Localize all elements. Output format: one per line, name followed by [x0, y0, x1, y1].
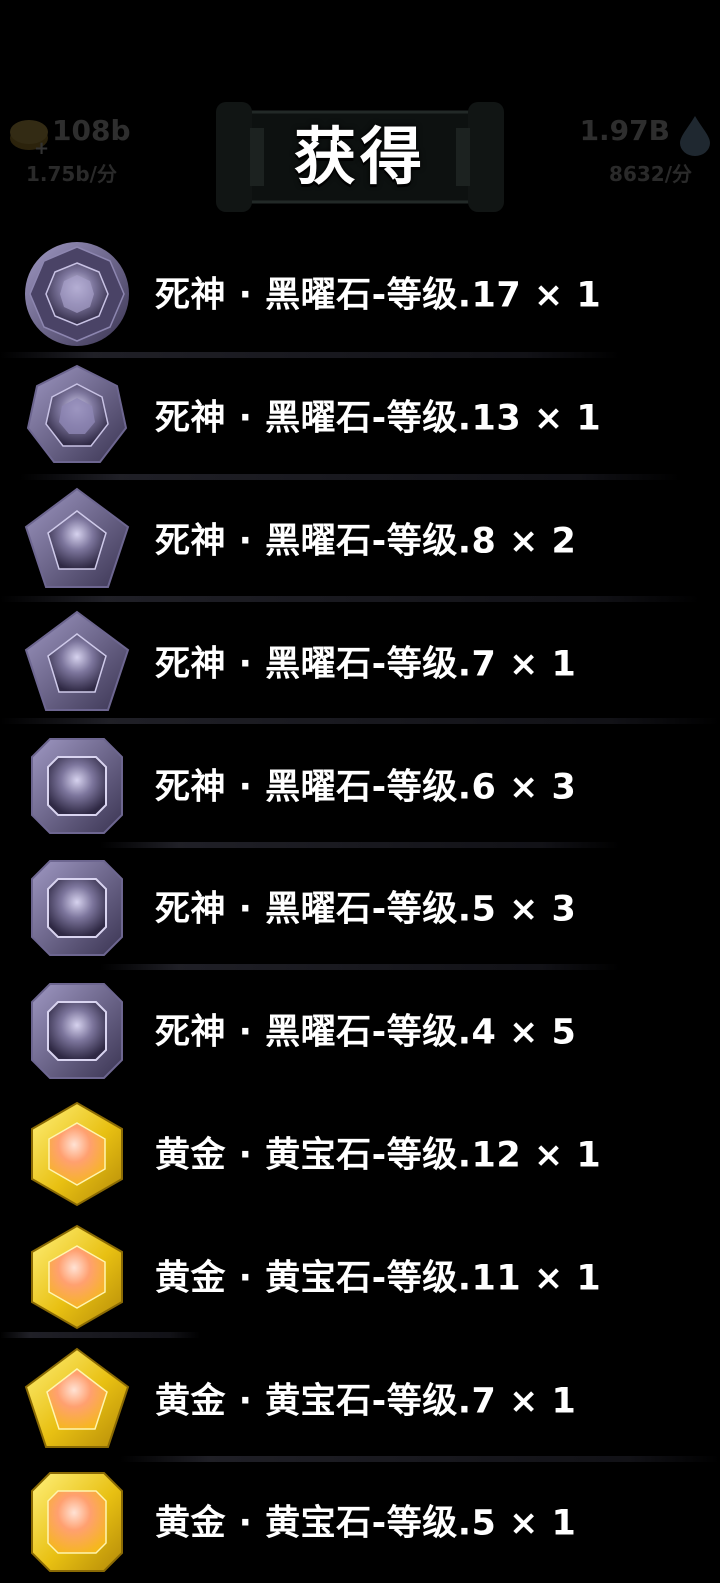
item-name: 黄金 · 黄宝石-等级.7 × 1: [155, 1381, 577, 1422]
water-amount: 1.97B: [579, 114, 670, 147]
topaz-pentagon-gem-icon: [24, 1347, 130, 1448]
list-item: 死神 · 黑曜石-等级.4 × 5: [0, 969, 720, 1092]
item-name: 死神 · 黑曜石-等级.17 × 1: [155, 275, 602, 316]
item-name: 死神 · 黑曜石-等级.13 × 1: [155, 398, 602, 439]
item-name: 黄金 · 黄宝石-等级.11 × 1: [155, 1258, 602, 1299]
obsidian-round-gem-icon: [25, 242, 129, 347]
gold-amount: 108b: [52, 114, 131, 147]
water-resource: 1.97B 8632/分: [566, 114, 716, 194]
item-name: 死神 · 黑曜石-等级.6 × 3: [155, 767, 577, 808]
item-name: 死神 · 黑曜石-等级.8 × 2: [155, 521, 577, 562]
list-item: 死神 · 黑曜石-等级.5 × 3: [0, 846, 720, 969]
item-name: 黄金 · 黄宝石-等级.12 × 1: [155, 1135, 602, 1176]
list-item: 黄金 · 黄宝石-等级.5 × 1: [0, 1460, 720, 1583]
gold-rate: 1.75b/分: [26, 162, 117, 186]
item-name: 死神 · 黑曜石-等级.5 × 3: [155, 889, 577, 930]
list-item: 死神 · 黑曜石-等级.13 × 1: [0, 355, 720, 478]
list-item: 死神 · 黑曜石-等级.17 × 1: [0, 232, 720, 355]
gold-plus-sign: +: [34, 138, 50, 159]
obsidian-pentagon-gem-icon: [24, 610, 130, 711]
list-item: 黄金 · 黄宝石-等级.7 × 1: [0, 1337, 720, 1460]
list-item: 黄金 · 黄宝石-等级.11 × 1: [0, 1214, 720, 1337]
list-item: 黄金 · 黄宝石-等级.12 × 1: [0, 1092, 720, 1215]
obsidian-square-gem-icon: [31, 983, 123, 1080]
item-name: 死神 · 黑曜石-等级.4 × 5: [155, 1012, 577, 1053]
obsidian-square-gem-icon: [31, 860, 123, 957]
topaz-square-gem-icon: [31, 1472, 123, 1573]
item-name: 黄金 · 黄宝石-等级.5 × 1: [155, 1503, 577, 1544]
water-drop-icon: [680, 116, 710, 156]
topaz-hexagon-gem-icon: [31, 1224, 123, 1329]
top-bar: 108b + 1.75b/分 获得 1.97B 8632/分: [0, 0, 720, 230]
list-item: 死神 · 黑曜石-等级.7 × 1: [0, 600, 720, 723]
topaz-hexagon-gem-icon: [31, 1101, 123, 1207]
title-banner: 获得: [210, 94, 510, 220]
obsidian-heptagon-gem-icon: [26, 365, 128, 464]
page-title: 获得: [293, 120, 426, 193]
reward-list: 死神 · 黑曜石-等级.17 × 1 死神 · 黑曜石-等级.13 × 1 死神…: [0, 232, 720, 1583]
water-rate: 8632/分: [609, 162, 692, 186]
obsidian-pentagon-gem-icon: [24, 487, 130, 588]
item-name: 死神 · 黑曜石-等级.7 × 1: [155, 644, 577, 685]
list-item: 死神 · 黑曜石-等级.8 × 2: [0, 478, 720, 601]
list-item: 死神 · 黑曜石-等级.6 × 3: [0, 723, 720, 846]
obsidian-square-gem-icon: [31, 737, 123, 834]
